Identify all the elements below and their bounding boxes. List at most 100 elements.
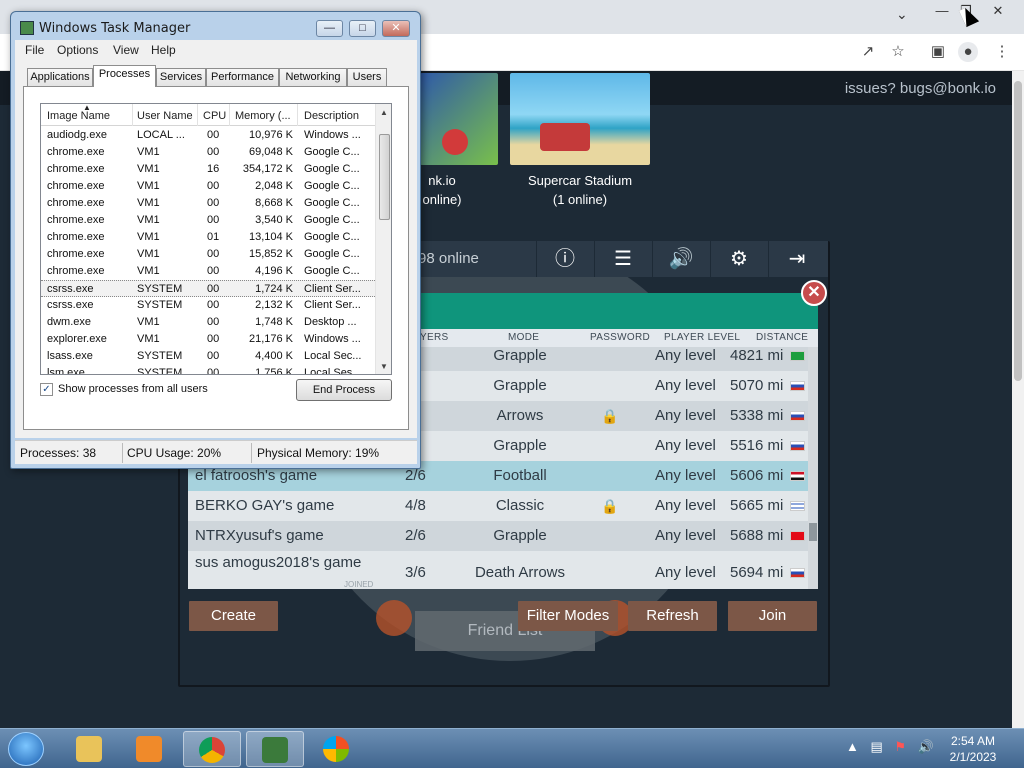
tab-applications[interactable]: Applications: [27, 68, 93, 86]
minimize-icon[interactable]: —: [316, 20, 343, 37]
close-icon[interactable]: ✕: [984, 2, 1012, 20]
media-player-icon[interactable]: [120, 731, 178, 767]
process-row[interactable]: audiodg.exe LOCAL ... 00 10,976 K Windows ..…: [41, 127, 375, 144]
room-row[interactable]: BERKO GAY's game 4/8 Classic Any level 5665 …: [188, 491, 808, 521]
process-row[interactable]: explorer.exe VM1 00 21,176 K Windows ...: [41, 331, 375, 348]
show-hidden-icon[interactable]: ▲: [846, 739, 859, 754]
action-center-icon[interactable]: ⚑: [894, 739, 906, 754]
process-row[interactable]: chrome.exe VM1 00 69,048 K Google C...: [41, 144, 375, 161]
process-row[interactable]: lsm.exe SYSTEM 00 1,756 K Local Ses...: [41, 365, 375, 375]
windows-update-icon[interactable]: [307, 731, 365, 767]
process-desc: Google C...: [304, 163, 360, 175]
close-icon[interactable]: ✕: [382, 20, 410, 37]
show-all-users-checkbox[interactable]: ✓: [40, 383, 53, 396]
page-scrollbar[interactable]: [1012, 71, 1024, 728]
map-thumbnail-1[interactable]: [420, 73, 498, 165]
col-user-name[interactable]: User Name: [137, 110, 193, 122]
col-distance[interactable]: DISTANCE: [756, 332, 808, 343]
process-row[interactable]: chrome.exe VM1 00 4,196 K Google C...: [41, 263, 375, 280]
process-row[interactable]: dwm.exe VM1 00 1,748 K Desktop ...: [41, 314, 375, 331]
room-mode: Arrows: [496, 407, 544, 424]
process-name: csrss.exe: [47, 283, 94, 295]
chrome-icon[interactable]: [183, 731, 241, 767]
room-distance: 5070 mi: [730, 377, 784, 394]
map-thumbnail-2[interactable]: [510, 73, 650, 165]
close-room-list-button[interactable]: ✕: [801, 280, 827, 306]
join-button[interactable]: Join: [728, 601, 817, 631]
share-icon[interactable]: ↗: [858, 42, 878, 62]
process-user: SYSTEM: [137, 367, 183, 375]
tab-search-icon[interactable]: ⌄: [896, 6, 908, 23]
settings-icon[interactable]: ⚙: [710, 241, 767, 277]
process-name: chrome.exe: [47, 214, 105, 226]
room-players: 3/6: [405, 564, 426, 581]
process-list-scrollbar[interactable]: ▲ ▼: [375, 104, 391, 374]
flag-russia-icon: [790, 568, 805, 578]
process-row[interactable]: chrome.exe VM1 00 8,668 K Google C...: [41, 195, 375, 212]
process-name: lsm.exe: [47, 367, 85, 375]
menu-file[interactable]: File: [25, 43, 44, 57]
joined-tag: JOINED: [344, 580, 374, 589]
menu-view[interactable]: View: [113, 43, 139, 57]
room-mode: Grapple: [493, 377, 547, 394]
col-level[interactable]: PLAYER LEVEL: [664, 332, 740, 343]
tab-services[interactable]: Services: [156, 68, 206, 86]
process-row[interactable]: chrome.exe VM1 00 3,540 K Google C...: [41, 212, 375, 229]
tab-users[interactable]: Users: [347, 68, 387, 86]
task-manager-window: Windows Task Manager — □ ✕ File Options …: [10, 11, 421, 469]
tab-performance[interactable]: Performance: [206, 68, 279, 86]
issues-text[interactable]: issues? bugs@bonk.io: [845, 80, 996, 97]
explorer-icon[interactable]: [60, 731, 118, 767]
tab-networking[interactable]: Networking: [279, 68, 347, 86]
end-process-button[interactable]: End Process: [296, 379, 392, 401]
start-button[interactable]: [8, 732, 44, 766]
clock[interactable]: 2:54 AM 2/1/2023: [930, 733, 1016, 765]
process-name: dwm.exe: [47, 316, 92, 328]
col-password[interactable]: PASSWORD: [590, 332, 650, 343]
tab-processes[interactable]: Processes: [93, 65, 156, 87]
process-desc: Local Sec...: [304, 350, 362, 362]
star-icon[interactable]: ☆: [888, 42, 908, 62]
menu-help[interactable]: Help: [151, 43, 176, 57]
refresh-button[interactable]: Refresh: [628, 601, 717, 631]
process-row[interactable]: chrome.exe VM1 16 354,172 K Google C...: [41, 161, 375, 178]
process-row[interactable]: chrome.exe VM1 00 15,852 K Google C...: [41, 246, 375, 263]
process-cpu: 00: [207, 214, 220, 226]
process-desc: Google C...: [304, 146, 360, 158]
help-icon[interactable]: ⓘ: [536, 241, 593, 277]
process-row[interactable]: chrome.exe VM1 01 13,104 K Google C...: [41, 229, 375, 246]
process-row[interactable]: chrome.exe VM1 00 2,048 K Google C...: [41, 178, 375, 195]
col-cpu[interactable]: CPU: [203, 110, 226, 122]
process-row[interactable]: lsass.exe SYSTEM 00 4,400 K Local Sec...: [41, 348, 375, 365]
network-icon[interactable]: ▤: [871, 739, 883, 754]
sort-arrow-icon: ▲: [83, 103, 91, 112]
room-distance: 5665 mi: [730, 497, 784, 514]
process-row[interactable]: csrss.exe SYSTEM 00 1,724 K Client Ser...: [41, 280, 375, 297]
kebab-menu-icon[interactable]: ⋮: [992, 42, 1012, 62]
task-manager-icon[interactable]: [246, 731, 304, 767]
online-count: 98 online: [418, 250, 479, 267]
process-user: VM1: [137, 248, 160, 260]
process-row[interactable]: csrss.exe SYSTEM 00 2,132 K Client Ser...: [41, 297, 375, 314]
col-description[interactable]: Description: [304, 110, 359, 122]
filter-modes-button[interactable]: Filter Modes: [518, 601, 618, 631]
create-button[interactable]: Create: [189, 601, 278, 631]
menu-options[interactable]: Options: [57, 43, 98, 57]
col-memory[interactable]: Memory (...: [235, 110, 291, 122]
spectate-icon[interactable]: ☰: [594, 241, 651, 277]
process-cpu: 00: [207, 283, 220, 295]
col-image-name[interactable]: Image Name: [47, 110, 110, 122]
room-row[interactable]: sus amogus2018's game 3/6 Death Arrows Any …: [188, 551, 808, 589]
sidepanel-icon[interactable]: ▣: [928, 42, 948, 62]
process-cpu: 00: [207, 350, 220, 362]
exit-icon[interactable]: ⇥: [768, 241, 825, 277]
profile-icon[interactable]: ●: [958, 42, 978, 62]
col-mode[interactable]: MODE: [508, 332, 539, 343]
flag-russia-icon: [790, 441, 805, 451]
task-manager-icon: [20, 21, 34, 35]
col-players[interactable]: YERS: [420, 332, 448, 343]
room-row[interactable]: NTRXyusuf's game 2/6 Grapple Any level 5688 …: [188, 521, 808, 551]
room-list-scrollbar[interactable]: [808, 347, 818, 589]
volume-icon[interactable]: 🔊: [652, 241, 709, 277]
maximize-icon[interactable]: □: [349, 20, 376, 37]
